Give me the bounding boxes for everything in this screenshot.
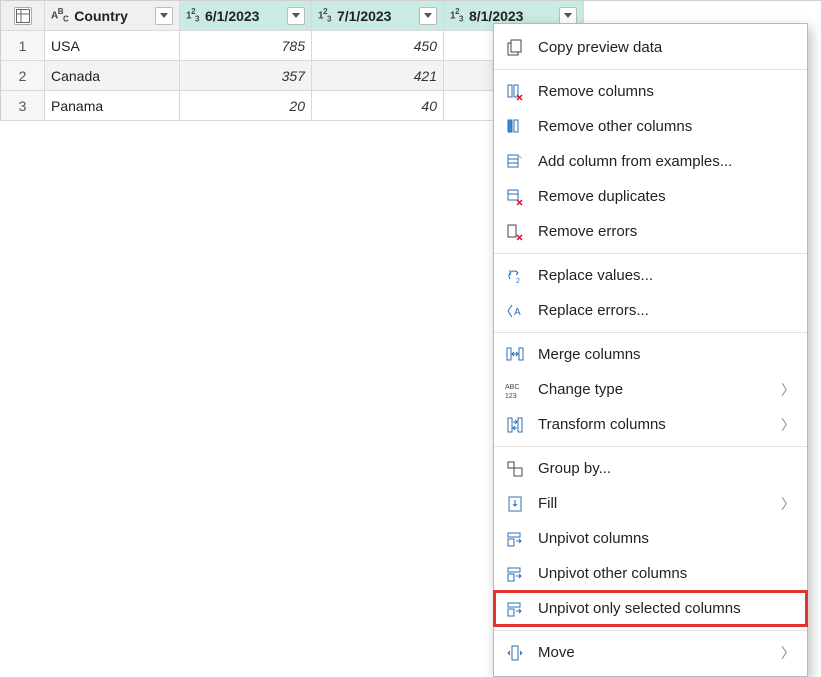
menu-item-merge-columns[interactable]: Merge columns bbox=[494, 337, 807, 372]
column-filter-button[interactable] bbox=[559, 7, 577, 25]
type-number-icon: 123 bbox=[186, 7, 199, 23]
column-header-country[interactable]: ABC Country bbox=[45, 1, 180, 31]
menu-item-change-type[interactable]: ABC 123 Change type 〉 bbox=[494, 372, 807, 407]
group-by-icon bbox=[504, 458, 526, 480]
row-number[interactable]: 3 bbox=[1, 91, 45, 121]
remove-errors-icon bbox=[504, 221, 526, 243]
chevron-right-icon: 〉 bbox=[781, 415, 795, 435]
replace-errors-icon: A bbox=[504, 300, 526, 322]
menu-label: Change type bbox=[538, 381, 623, 398]
menu-item-unpivot-only-selected[interactable]: Unpivot only selected columns bbox=[494, 591, 807, 626]
column-filter-button[interactable] bbox=[155, 7, 173, 25]
fill-icon bbox=[504, 493, 526, 515]
menu-label: Replace errors... bbox=[538, 302, 649, 319]
chevron-right-icon: 〉 bbox=[781, 380, 795, 400]
menu-label: Group by... bbox=[538, 460, 611, 477]
cell-value[interactable]: 450 bbox=[312, 31, 444, 61]
chevron-right-icon: 〉 bbox=[781, 494, 795, 514]
transform-columns-icon bbox=[504, 414, 526, 436]
menu-item-move[interactable]: Move 〉 bbox=[494, 635, 807, 670]
menu-separator bbox=[494, 630, 807, 631]
grid-corner[interactable] bbox=[1, 1, 45, 31]
add-column-examples-icon bbox=[504, 151, 526, 173]
menu-item-replace-values[interactable]: 12 Replace values... bbox=[494, 258, 807, 293]
menu-label: Fill bbox=[538, 495, 557, 512]
svg-text:123: 123 bbox=[505, 393, 517, 399]
menu-separator bbox=[494, 69, 807, 70]
column-header-date-1[interactable]: 123 6/1/2023 bbox=[180, 1, 312, 31]
type-text-icon: ABC bbox=[51, 7, 68, 23]
menu-label: Move bbox=[538, 644, 575, 661]
cell-value[interactable]: 357 bbox=[180, 61, 312, 91]
menu-label: Unpivot only selected columns bbox=[538, 600, 741, 617]
remove-other-columns-icon bbox=[504, 116, 526, 138]
column-filter-button[interactable] bbox=[419, 7, 437, 25]
column-header-date-2[interactable]: 123 7/1/2023 bbox=[312, 1, 444, 31]
svg-text:ABC: ABC bbox=[505, 384, 519, 391]
cell-country[interactable]: USA bbox=[45, 31, 180, 61]
unpivot-selected-icon bbox=[504, 598, 526, 620]
column-name: 7/1/2023 bbox=[337, 8, 392, 24]
menu-label: Copy preview data bbox=[538, 39, 662, 56]
menu-label: Add column from examples... bbox=[538, 153, 732, 170]
chevron-down-icon bbox=[292, 13, 300, 19]
menu-item-remove-errors[interactable]: Remove errors bbox=[494, 214, 807, 249]
cell-value[interactable]: 421 bbox=[312, 61, 444, 91]
column-name: Country bbox=[74, 8, 128, 24]
cell-value[interactable]: 40 bbox=[312, 91, 444, 121]
menu-label: Unpivot other columns bbox=[538, 565, 687, 582]
menu-item-unpivot-other-columns[interactable]: Unpivot other columns bbox=[494, 556, 807, 591]
column-name: 8/1/2023 bbox=[469, 8, 524, 24]
svg-text:2: 2 bbox=[516, 278, 520, 285]
cell-value[interactable]: 785 bbox=[180, 31, 312, 61]
merge-columns-icon bbox=[504, 344, 526, 366]
menu-item-unpivot-columns[interactable]: Unpivot columns bbox=[494, 521, 807, 556]
svg-text:A: A bbox=[514, 307, 521, 318]
type-number-icon: 123 bbox=[318, 7, 331, 23]
menu-item-remove-other-columns[interactable]: Remove other columns bbox=[494, 109, 807, 144]
row-number[interactable]: 1 bbox=[1, 31, 45, 61]
menu-label: Unpivot columns bbox=[538, 530, 649, 547]
replace-values-icon: 12 bbox=[504, 265, 526, 287]
chevron-right-icon: 〉 bbox=[781, 643, 795, 663]
unpivot-other-icon bbox=[504, 563, 526, 585]
move-icon bbox=[504, 642, 526, 664]
remove-duplicates-icon bbox=[504, 186, 526, 208]
column-filter-button[interactable] bbox=[287, 7, 305, 25]
cell-country[interactable]: Panama bbox=[45, 91, 180, 121]
menu-item-fill[interactable]: Fill 〉 bbox=[494, 486, 807, 521]
menu-item-add-column-from-examples[interactable]: Add column from examples... bbox=[494, 144, 807, 179]
chevron-down-icon bbox=[160, 13, 168, 19]
chevron-down-icon bbox=[424, 13, 432, 19]
cell-value[interactable]: 20 bbox=[180, 91, 312, 121]
menu-item-copy-preview[interactable]: Copy preview data bbox=[494, 30, 807, 65]
chevron-down-icon bbox=[564, 13, 572, 19]
menu-label: Remove other columns bbox=[538, 118, 692, 135]
menu-label: Transform columns bbox=[538, 416, 666, 433]
row-number[interactable]: 2 bbox=[1, 61, 45, 91]
menu-item-replace-errors[interactable]: A Replace errors... bbox=[494, 293, 807, 328]
type-number-icon: 123 bbox=[450, 7, 463, 23]
copy-icon bbox=[504, 37, 526, 59]
menu-item-group-by[interactable]: Group by... bbox=[494, 451, 807, 486]
cell-country[interactable]: Canada bbox=[45, 61, 180, 91]
menu-label: Merge columns bbox=[538, 346, 641, 363]
menu-label: Remove columns bbox=[538, 83, 654, 100]
menu-label: Remove duplicates bbox=[538, 188, 666, 205]
menu-item-remove-columns[interactable]: Remove columns bbox=[494, 74, 807, 109]
context-menu: Copy preview data Remove columns Remove … bbox=[493, 23, 808, 677]
table-icon bbox=[14, 7, 32, 25]
menu-separator bbox=[494, 253, 807, 254]
menu-separator bbox=[494, 332, 807, 333]
column-name: 6/1/2023 bbox=[205, 8, 260, 24]
remove-columns-icon bbox=[504, 81, 526, 103]
change-type-icon: ABC 123 bbox=[504, 379, 526, 401]
menu-separator bbox=[494, 446, 807, 447]
menu-item-remove-duplicates[interactable]: Remove duplicates bbox=[494, 179, 807, 214]
menu-item-transform-columns[interactable]: Transform columns 〉 bbox=[494, 407, 807, 442]
unpivot-icon bbox=[504, 528, 526, 550]
menu-label: Replace values... bbox=[538, 267, 653, 284]
menu-label: Remove errors bbox=[538, 223, 637, 240]
